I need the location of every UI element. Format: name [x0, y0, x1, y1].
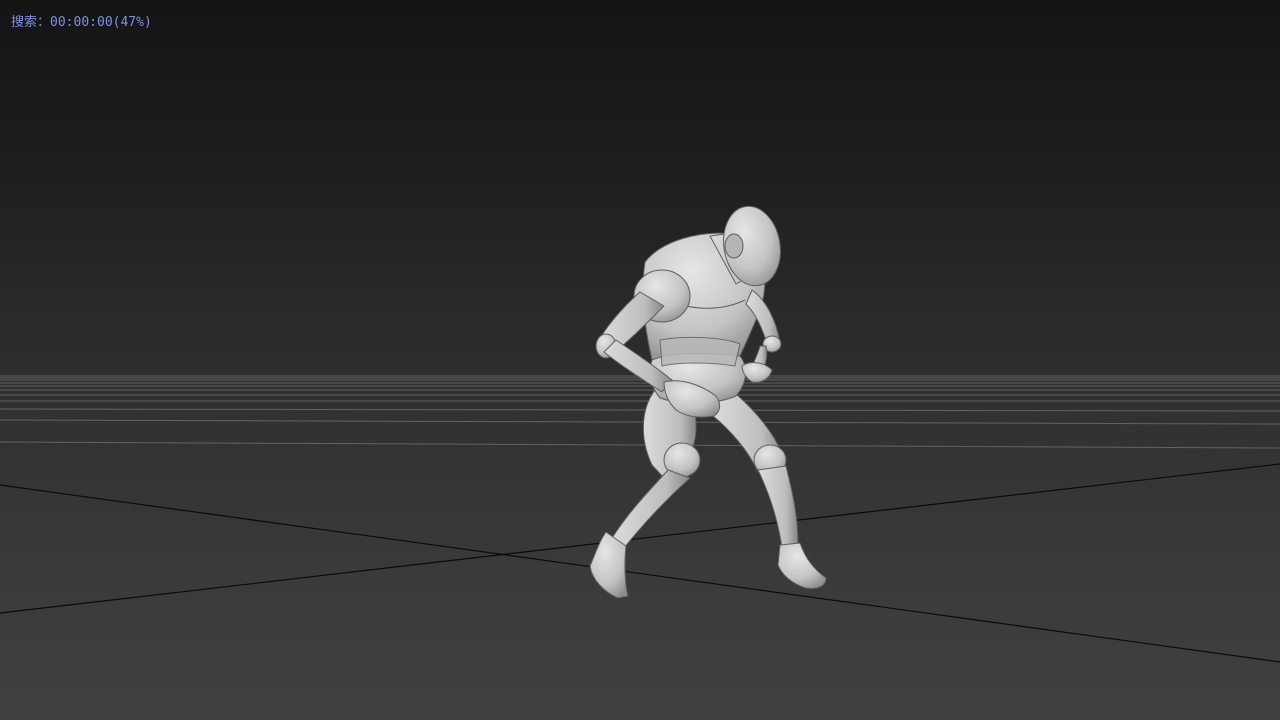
- scene-canvas: [0, 202, 1280, 663]
- abdomen: [659, 336, 741, 367]
- right-shin: [757, 465, 799, 549]
- right-hand: [741, 362, 773, 383]
- axis-line-z: [0, 463, 1280, 614]
- grid-line: [0, 408, 1280, 412]
- mannequin-model[interactable]: [589, 202, 827, 599]
- left-shin: [611, 469, 691, 549]
- grid-line: [0, 441, 1280, 449]
- ground-grid: [0, 375, 1280, 449]
- grid-line: [0, 419, 1280, 425]
- ear: [724, 233, 744, 259]
- right-foot: [777, 542, 827, 589]
- world-axes: [0, 463, 1280, 663]
- 3d-viewport[interactable]: 搜索：00:00:00(47%): [0, 0, 1280, 720]
